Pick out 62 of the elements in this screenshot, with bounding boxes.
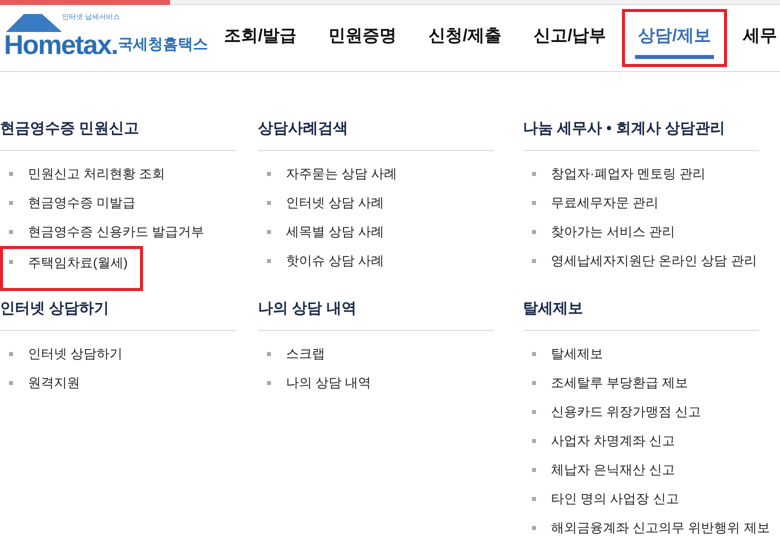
menu-link[interactable]: 신용카드 위장가맹점 신고: [551, 402, 702, 422]
menu-link[interactable]: 원격지원: [28, 372, 80, 392]
nav-tab[interactable]: 신청/제출: [426, 17, 504, 59]
top-tab[interactable]: [0, 0, 170, 5]
bullet-icon: [532, 258, 536, 262]
logo-wordmark[interactable]: Hometax.: [4, 30, 118, 60]
bullet-icon: [532, 468, 536, 472]
bullet-icon: [532, 496, 536, 500]
nav-tab[interactable]: 세무: [740, 17, 780, 59]
section-heading: 현금영수증 민원신고: [0, 120, 140, 137]
bullet-icon: [532, 438, 536, 442]
bullet-icon: [9, 260, 13, 264]
menu-link[interactable]: 타인 명의 사업장 신고: [551, 488, 679, 508]
logo-name[interactable]: 국세청홈택스: [118, 34, 208, 56]
bullet-icon: [267, 200, 271, 204]
menu-link[interactable]: 현금영수증 신용카드 발급거부: [28, 222, 204, 242]
bullet-icon: [267, 380, 271, 384]
menu-link[interactable]: 나의 상담 내역: [286, 372, 372, 392]
nav-tab[interactable]: 조회/발급: [221, 17, 300, 59]
menu-link[interactable]: 스크랩: [286, 344, 325, 364]
nav-tab[interactable]: 민원증명: [326, 17, 400, 59]
menu-link[interactable]: 무료세무자문 관리: [551, 192, 659, 212]
nav-tab[interactable]: 상담/제보: [635, 17, 714, 59]
menu-link[interactable]: 해외금융계좌 신고의무 위반행위 제보: [551, 518, 770, 538]
menu-link[interactable]: 체납자 은닉재산 신고: [551, 460, 676, 480]
menu-link[interactable]: 탈세제보: [551, 344, 603, 364]
menu-link[interactable]: 세목별 상담 사례: [286, 222, 384, 242]
bullet-icon: [532, 200, 536, 204]
house-roof-icon: [6, 14, 62, 32]
bullet-icon: [532, 352, 536, 356]
bullet-icon: [9, 172, 13, 176]
bullet-icon: [9, 352, 13, 356]
menu-link[interactable]: 사업자 차명계좌 신고: [551, 430, 676, 450]
bullet-icon: [9, 380, 13, 384]
menu-link[interactable]: 찾아가는 서비스 관리: [551, 222, 676, 242]
menu-link[interactable]: 핫이슈 상담 사례: [286, 250, 384, 270]
section-heading: 인터넷 상담하기: [0, 300, 110, 317]
bullet-icon: [532, 410, 536, 414]
section-heading: 나눔 세무사 • 회계사 상담관리: [523, 120, 725, 137]
menu-link[interactable]: 현금영수증 미발급: [28, 192, 136, 212]
section-heading: 나의 상담 내역: [258, 300, 356, 317]
bullet-icon: [267, 352, 271, 356]
bullet-icon: [532, 526, 536, 530]
menu-link[interactable]: 영세납세자지원단 온라인 상담 관리: [551, 250, 757, 270]
bullet-icon: [532, 380, 536, 384]
nav-tab[interactable]: 신고/납부: [530, 17, 610, 59]
section-heading: 상담사례검색: [258, 120, 348, 137]
menu-link[interactable]: 주택임차료(월세): [28, 253, 128, 272]
bullet-icon: [267, 230, 271, 234]
menu-link[interactable]: 인터넷 상담 사례: [286, 192, 384, 212]
bullet-icon: [9, 200, 13, 204]
bullet-icon: [267, 172, 271, 176]
menu-link[interactable]: 인터넷 상담하기: [28, 344, 123, 364]
section-heading: 탈세제보: [523, 300, 583, 317]
bullet-icon: [267, 258, 271, 262]
menu-link[interactable]: 창업자·폐업자 멘토링 관리: [551, 164, 706, 184]
bullet-icon: [9, 230, 13, 234]
menu-link[interactable]: 조세탈루 부당환급 제보: [551, 372, 688, 392]
bullet-icon: [532, 172, 536, 176]
menu-link[interactable]: 민원신고 처리현황 조회: [28, 164, 166, 184]
menu-link[interactable]: 자주묻는 상담 사례: [286, 164, 398, 184]
bullet-icon: [532, 230, 536, 234]
